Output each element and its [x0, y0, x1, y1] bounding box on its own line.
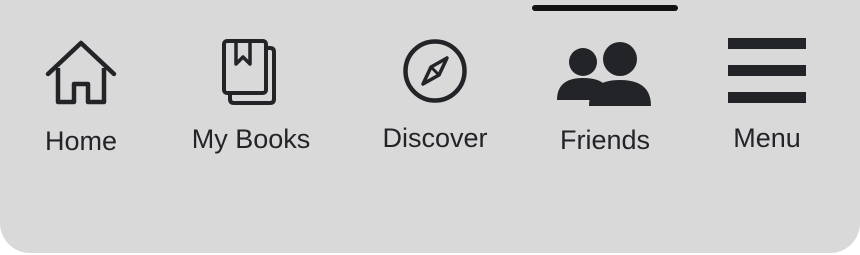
- hamburger-menu-icon: [728, 38, 806, 103]
- books-icon: [222, 39, 276, 105]
- tab-label: Friends: [559, 125, 651, 155]
- tab-my-books[interactable]: My Books: [180, 34, 322, 164]
- tab-label: Home: [44, 126, 118, 156]
- tab-friends[interactable]: Friends: [548, 34, 662, 164]
- house-icon: [45, 40, 117, 105]
- people-icon: [557, 42, 651, 106]
- tab-discover[interactable]: Discover: [372, 34, 498, 164]
- tab-home[interactable]: Home: [30, 34, 132, 164]
- active-tab-indicator: [532, 5, 678, 11]
- tab-label: Discover: [382, 123, 488, 153]
- tab-label: Menu: [733, 123, 801, 153]
- bottom-tab-bar: Home My Books Discover Friends Menu: [0, 0, 860, 253]
- compass-icon: [403, 39, 467, 103]
- tab-menu[interactable]: Menu: [720, 34, 814, 164]
- tab-label: My Books: [191, 124, 311, 154]
